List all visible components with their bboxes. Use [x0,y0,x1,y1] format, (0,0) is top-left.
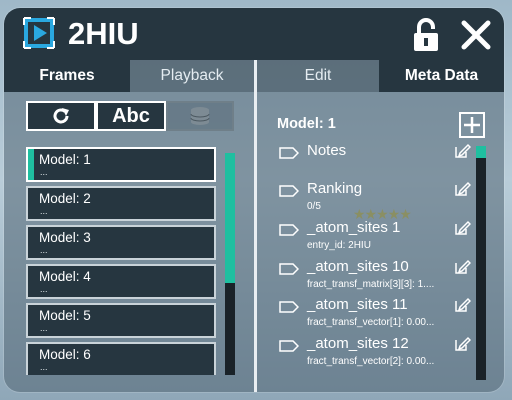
item-subtitle: ... [40,167,48,177]
meta-row-value: fract_transf_vector[1]: 0.00... [307,317,435,328]
tab-playback[interactable]: Playback [130,60,254,92]
edit-atom-sites-11-icon[interactable] [453,296,471,314]
refresh-button[interactable] [26,101,96,131]
list-item-model-6[interactable]: Model: 6 ... [26,342,216,375]
item-subtitle: ... [40,362,48,372]
list-item-model-5[interactable]: Model: 5 ... [26,303,216,338]
meta-row-label: Notes [307,142,347,159]
unlocked-padlock-icon[interactable] [412,18,440,52]
list-item-model-4[interactable]: Model: 4 ... [26,264,216,299]
item-subtitle: ... [40,323,48,333]
item-subtitle: ... [40,206,48,216]
tab-frames[interactable]: Frames [4,60,130,92]
abc-button[interactable]: Abc [96,101,166,131]
window-panel: 2HIU Frames Playback Edit Meta Data Abc [4,8,504,392]
meta-row-label: _atom_sites 11 [307,296,408,313]
frames-list: Model: 1 ... Model: 2 ... Model: 3 ... M… [26,147,220,375]
meta-scroll-thumb[interactable] [476,146,486,158]
edit-atom-sites-10-icon[interactable] [453,258,471,276]
meta-row-value: fract_transf_vector[2]: 0.00... [307,356,435,367]
tag-icon [279,263,299,275]
frames-scrollbar[interactable] [225,153,235,375]
tag-icon [279,147,299,159]
list-item-model-1[interactable]: Model: 1 ... [26,147,216,182]
plus-icon [464,117,480,133]
window-title: 2HIU [68,16,139,51]
meta-model-label: Model: 1 [277,116,336,132]
add-meta-button[interactable] [459,112,485,138]
tab-meta-data[interactable]: Meta Data [379,60,504,92]
item-title: Model: 1 [39,152,91,167]
meta-row-label: _atom_sites 10 [307,258,409,275]
meta-row-value: entry_id: 2HIU [307,240,371,251]
title-bar: 2HIU [4,8,504,60]
item-title: Model: 2 [39,191,91,206]
edit-notes-icon[interactable] [453,142,471,160]
tag-icon [279,301,299,313]
tab-edit[interactable]: Edit [257,60,379,92]
meta-row-label: Ranking [307,180,363,197]
tag-icon [279,224,299,236]
list-item-model-3[interactable]: Model: 3 ... [26,225,216,260]
ranking-value: 0/5 [307,201,321,212]
item-subtitle: ... [40,284,48,294]
meta-row-value: fract_transf_matrix[3][3]: 1.... [307,279,435,290]
database-icon [190,107,210,125]
item-title: Model: 6 [39,347,91,362]
meta-row-label: _atom_sites 1 [307,219,401,236]
edit-atom-sites-1-icon[interactable] [453,219,471,237]
item-title: Model: 4 [39,269,91,284]
tag-icon [279,340,299,352]
meta-row-label: _atom_sites 12 [307,335,409,352]
database-button[interactable] [166,101,234,131]
tag-icon [279,185,299,197]
protein-viewer-icon [23,17,55,49]
meta-scrollbar[interactable] [476,146,486,380]
item-subtitle: ... [40,245,48,255]
item-title: Model: 5 [39,308,91,323]
refresh-icon [53,108,69,124]
edit-atom-sites-12-icon[interactable] [453,335,471,353]
abc-label: Abc [112,104,150,127]
list-item-model-2[interactable]: Model: 2 ... [26,186,216,221]
frames-scroll-thumb[interactable] [225,153,235,283]
edit-ranking-icon[interactable] [453,180,471,198]
panel-divider [254,60,257,392]
close-x-icon[interactable] [460,19,492,51]
selection-marker [28,149,34,180]
item-title: Model: 3 [39,230,91,245]
